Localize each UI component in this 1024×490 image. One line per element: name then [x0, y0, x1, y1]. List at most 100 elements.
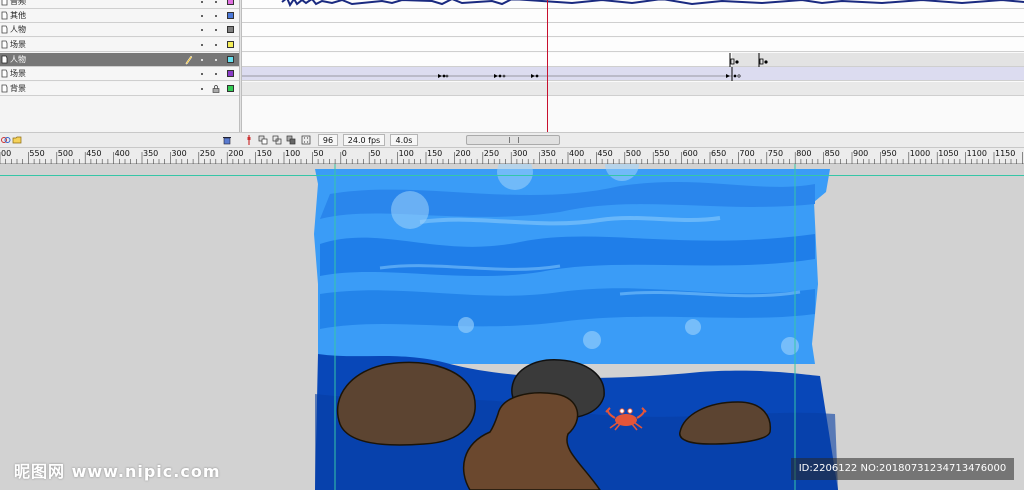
ruler-label: 850 — [824, 149, 840, 158]
onion-outline-icon[interactable] — [272, 135, 282, 145]
layer-name: 背景 — [10, 84, 26, 93]
layer-page-icon — [1, 40, 8, 49]
layer-name: 场景 — [10, 69, 26, 78]
frame-grid[interactable] — [242, 0, 1024, 132]
lock-dot[interactable] — [215, 15, 217, 17]
ruler-label: 400 — [114, 149, 130, 158]
ruler-label: 650 — [711, 149, 727, 158]
guide-horizontal — [0, 175, 1024, 176]
visibility-dot[interactable] — [201, 29, 203, 31]
bubble — [458, 317, 474, 333]
ruler-label: 450 — [86, 149, 102, 158]
layer-color-swatch[interactable] — [227, 0, 234, 5]
layer-page-icon — [1, 84, 8, 93]
flash-editor-window: 音频 其他 人物 场景 人物 场景 背景 96 24.0 fps 4.0s 00… — [0, 0, 1024, 490]
frame-row[interactable] — [242, 38, 1024, 52]
ruler-label: 500 — [625, 149, 642, 158]
frame-row-tween[interactable] — [242, 67, 1024, 81]
ruler-label: 50 — [370, 149, 381, 158]
bubble — [685, 319, 701, 335]
ruler-label: 550 — [654, 149, 670, 158]
keyframe-markers — [729, 53, 768, 67]
layer-page-icon — [1, 0, 8, 6]
pencil-icon — [185, 55, 193, 65]
trash-icon[interactable] — [222, 135, 232, 145]
onion-skin-icon[interactable] — [258, 135, 268, 145]
ruler-label: 350 — [143, 149, 159, 158]
frame-row-background[interactable] — [242, 82, 1024, 96]
timeline-toolbar: 96 24.0 fps 4.0s — [0, 132, 1024, 148]
frame-row[interactable] — [242, 9, 1024, 23]
visibility-dot[interactable] — [201, 88, 203, 90]
ruler-label: 200 — [228, 149, 244, 158]
rock-left — [336, 361, 476, 446]
lock-dot[interactable] — [215, 73, 217, 75]
ruler-label: 550 — [29, 149, 45, 158]
ruler-label: 800 — [796, 149, 812, 158]
layer-color-swatch[interactable] — [227, 56, 234, 63]
layer-name: 人物 — [10, 55, 26, 64]
elapsed-time-field[interactable]: 4.0s — [390, 134, 418, 146]
layer-color-swatch[interactable] — [227, 85, 234, 92]
ruler-label: 1100 — [966, 149, 987, 158]
frame-row-audio[interactable] — [242, 0, 1024, 9]
layer-page-icon — [1, 11, 8, 20]
watermark-id: ID:2206122 NO:20180731234713476000 — [791, 458, 1014, 480]
layer-color-swatch[interactable] — [227, 41, 234, 48]
ruler-label: 900 — [853, 149, 869, 158]
ruler-label: 300 — [171, 149, 187, 158]
bubble — [781, 337, 799, 355]
frame-row-selected[interactable] — [242, 53, 1024, 67]
layer-row[interactable]: 场景 — [0, 38, 239, 52]
timeline-scrollbar[interactable] — [466, 135, 560, 145]
layer-row[interactable]: 场景 — [0, 67, 239, 81]
layer-row-selected[interactable]: 人物 — [0, 53, 239, 67]
visibility-dot[interactable] — [201, 1, 203, 3]
ruler-label: 350 — [540, 149, 556, 158]
ruler-label: 1150 — [995, 149, 1016, 158]
visibility-dot[interactable] — [201, 44, 203, 46]
lock-dot[interactable] — [215, 44, 217, 46]
add-folder-icon[interactable] — [12, 135, 22, 145]
layer-row[interactable]: 音频 — [0, 0, 239, 9]
layer-row[interactable]: 其他 — [0, 9, 239, 23]
layer-page-icon — [1, 25, 8, 34]
stage-scene — [314, 164, 838, 490]
ruler-label: 100 — [398, 149, 414, 158]
lock-dot[interactable] — [215, 29, 217, 31]
layer-color-swatch[interactable] — [227, 70, 234, 77]
insert-layer-icon[interactable] — [1, 135, 11, 145]
stage-area[interactable] — [0, 164, 1024, 490]
visibility-dot[interactable] — [201, 59, 203, 61]
watermark-logo: 昵图网 www.nipic.com — [14, 462, 221, 481]
current-frame-field[interactable]: 96 — [318, 134, 338, 146]
ruler-label: 250 — [199, 149, 216, 158]
layer-row[interactable]: 人物 — [0, 23, 239, 37]
scrollbar-grip[interactable] — [509, 137, 519, 143]
visibility-dot[interactable] — [201, 73, 203, 75]
layer-row[interactable]: 背景 — [0, 82, 239, 96]
layer-color-swatch[interactable] — [227, 26, 234, 33]
edit-multiple-frames-icon[interactable] — [286, 135, 296, 145]
center-frame-icon[interactable] — [244, 135, 254, 145]
horizontal-ruler[interactable]: 00 550 500 450 400 350 300 250 200 150 100 50 0 50 100… — [0, 148, 1024, 164]
layer-name: 其他 — [10, 11, 26, 20]
lock-dot[interactable] — [215, 1, 217, 3]
lock-dot[interactable] — [215, 59, 217, 61]
frame-rate-field[interactable]: 24.0 fps — [343, 134, 385, 146]
visibility-dot[interactable] — [201, 15, 203, 17]
ruler-label: 200 — [455, 149, 471, 158]
lock-icon[interactable] — [212, 85, 220, 93]
ruler-label: 0 — [341, 149, 347, 158]
tween-markers — [242, 67, 741, 81]
playhead[interactable] — [547, 0, 548, 132]
layer-name: 场景 — [10, 40, 26, 49]
timeline-panel: 音频 其他 人物 场景 人物 场景 背景 — [0, 0, 1024, 147]
ruler-label: 300 — [512, 149, 528, 158]
frame-row[interactable] — [242, 23, 1024, 37]
bubble — [583, 331, 601, 349]
modify-markers-icon[interactable] — [301, 135, 311, 145]
ruler-label: 600 — [682, 149, 698, 158]
ruler-label: 150 — [427, 149, 443, 158]
layer-color-swatch[interactable] — [227, 12, 234, 19]
